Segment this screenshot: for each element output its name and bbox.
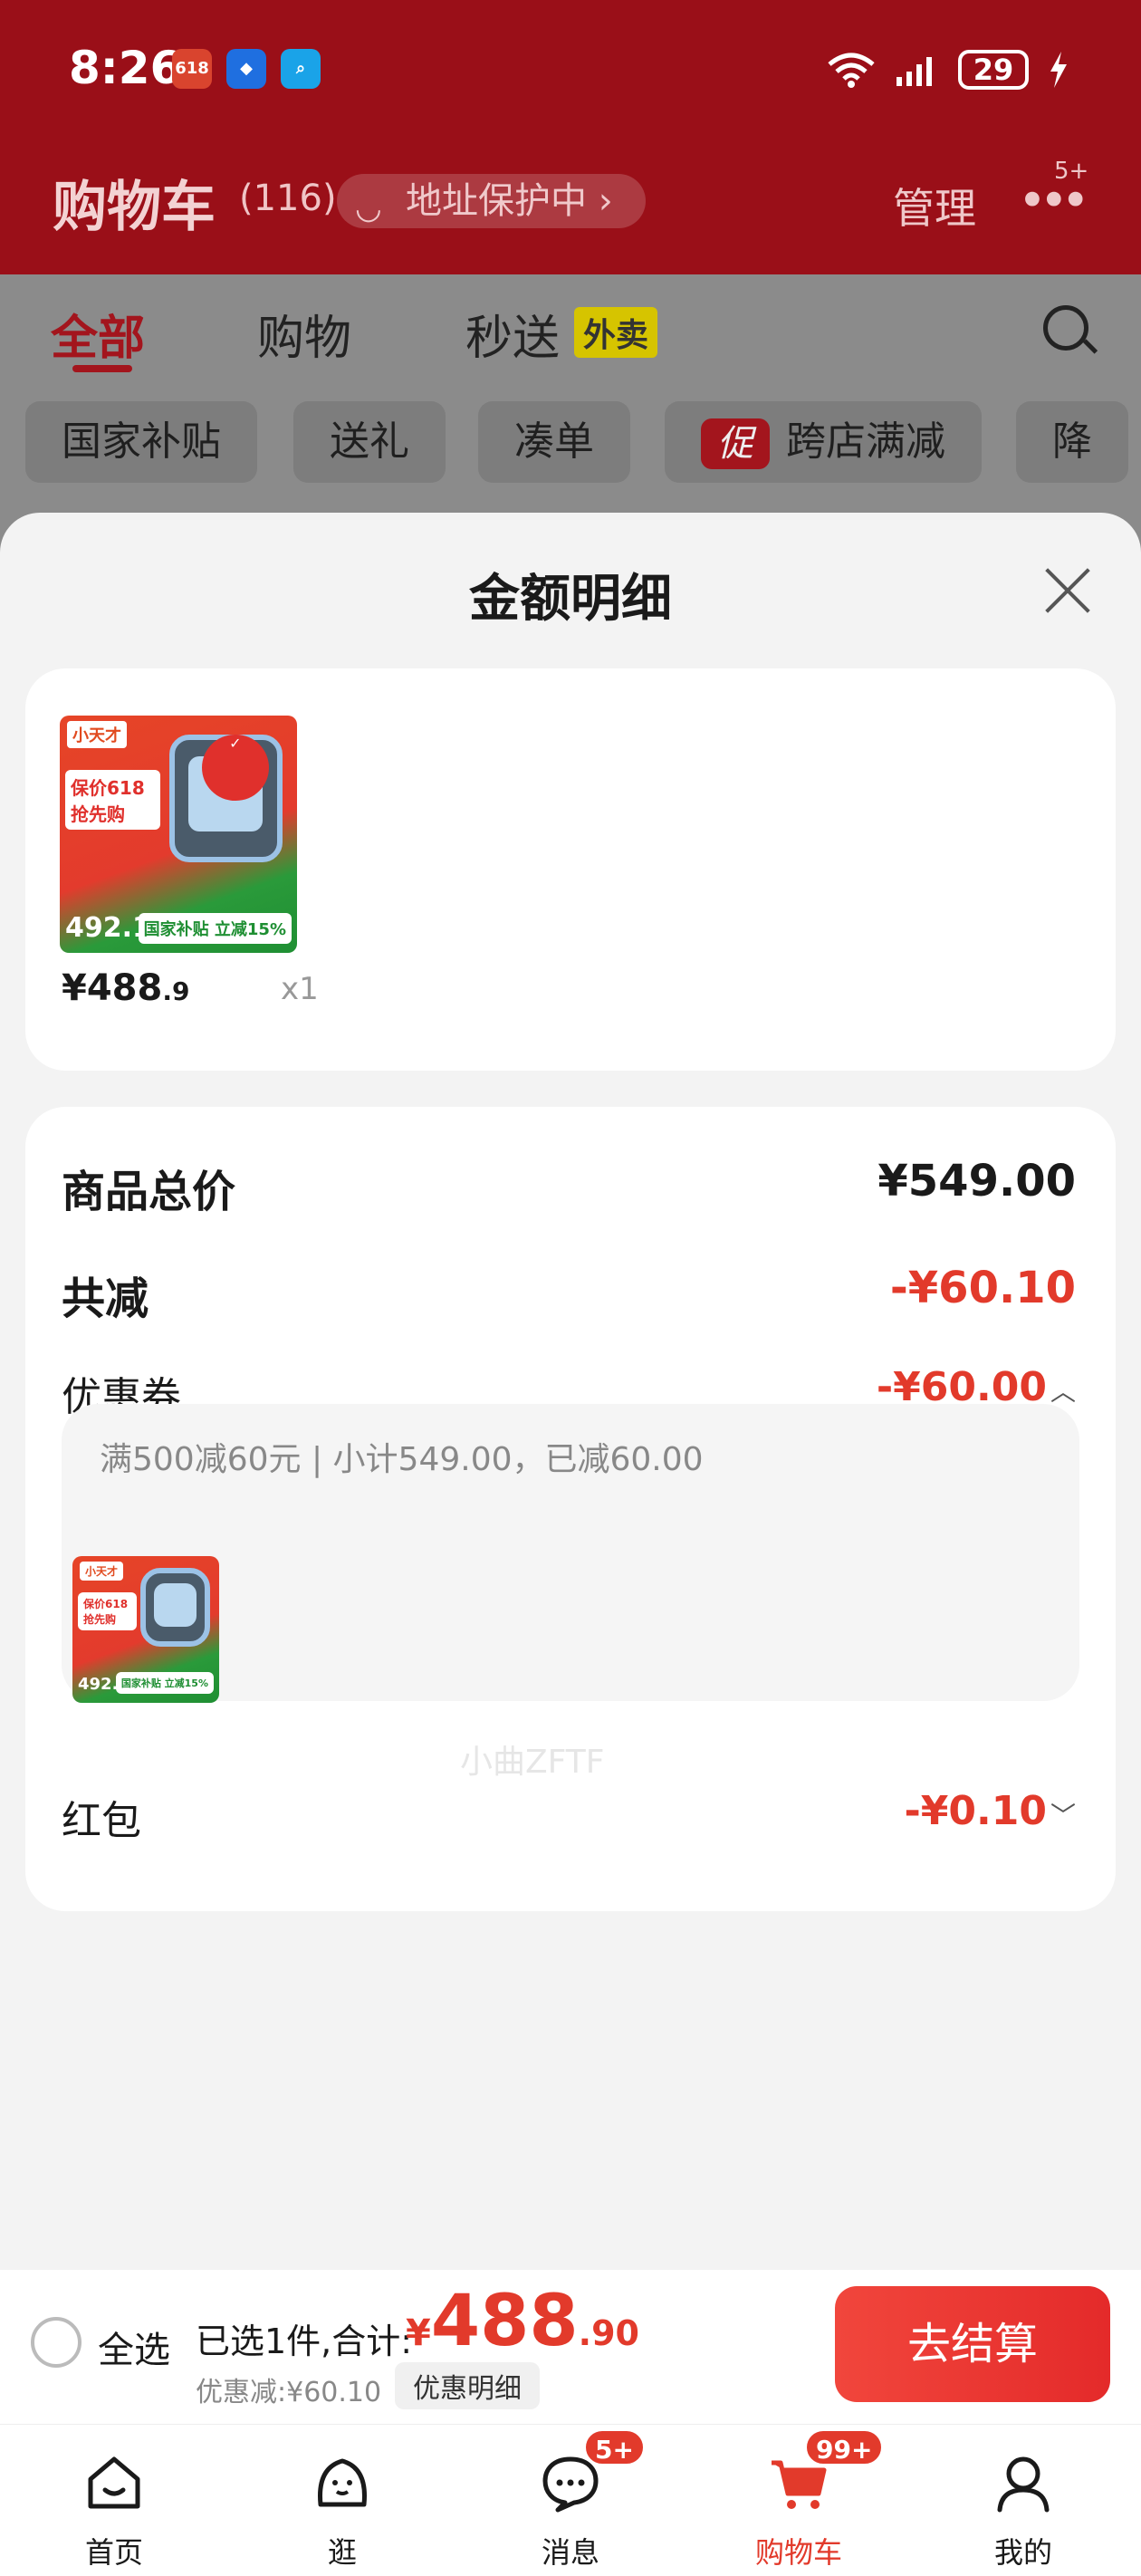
tab-label: 购物车 xyxy=(754,2535,842,2570)
product-card: 小天才 ✓ 保价618 抢先购 492.15 国家补贴 立减15% ¥488.9… xyxy=(25,668,1116,1071)
product-brand: 小天才 xyxy=(67,721,127,748)
cart-tabs: 全部 购物 秒送 外卖 xyxy=(0,274,1141,392)
tab-profile[interactable]: 我的 xyxy=(942,2425,1105,2576)
product-gov-tag: 国家补贴 立减15% xyxy=(138,913,292,944)
smile-icon: ◡ xyxy=(355,190,382,226)
sheet-title: 金额明细 xyxy=(469,570,672,629)
page-title: 购物车 xyxy=(53,176,216,239)
tab-cart[interactable]: 99+ 购物车 xyxy=(717,2425,885,2576)
coupon-detail-text: 满500减60元 | 小计549.00，已减60.00 xyxy=(100,1441,704,1478)
chevron-right-icon: › xyxy=(598,180,613,222)
red-packet-label: 红包 xyxy=(62,1798,141,1844)
amount-dec: .90 xyxy=(578,2313,639,2353)
total-reduce-value: -¥60.10 xyxy=(889,1263,1076,1313)
app-search-notification-icon: ⌕ xyxy=(281,49,321,89)
status-time: 8:26 xyxy=(69,42,182,94)
waimai-tag: 外卖 xyxy=(574,307,658,358)
chip-national-subsidy[interactable]: 国家补贴 xyxy=(25,401,257,483)
chevron-up-icon: ︿ xyxy=(1050,1377,1076,1407)
charging-icon xyxy=(1050,52,1067,88)
item-price-dec: .9 xyxy=(162,976,190,1006)
more-badge: 5+ xyxy=(1054,158,1089,185)
item-price: ¥488.9 xyxy=(62,967,189,1009)
chip-gift[interactable]: 送礼 xyxy=(293,401,446,483)
chip-price-drop[interactable]: 降 xyxy=(1016,401,1128,483)
price-breakdown-card: 商品总价 ¥549.00 共减 -¥60.10 优惠券 -¥60.00 ︿ 满50… xyxy=(25,1107,1116,1911)
checkout-button[interactable]: 去结算 xyxy=(835,2286,1110,2402)
tab-home[interactable]: 首页 xyxy=(33,2425,196,2576)
check-icon: ✓ xyxy=(202,734,269,802)
product-image[interactable]: 小天才 ✓ 保价618 抢先购 492.15 国家补贴 立减15% xyxy=(60,716,297,953)
amount-detail-sheet: 金额明细 小天才 ✓ 保价618 抢先购 492.15 国家补贴 立减15% ¥… xyxy=(0,513,1141,2270)
watch-image xyxy=(139,1567,211,1648)
item-price-int: ¥488 xyxy=(62,967,163,1009)
product-promo: 保价618 抢先购 xyxy=(78,1592,137,1630)
amount-int: 488 xyxy=(430,2281,579,2362)
promo-icon: 促 xyxy=(701,418,770,469)
tab-messages[interactable]: 5+ 消息 xyxy=(489,2425,652,2576)
home-icon xyxy=(88,2456,140,2509)
tab-label: 首页 xyxy=(84,2535,143,2570)
chip-bundle[interactable]: 凑单 xyxy=(478,401,630,483)
chevron-down-icon: ﹀ xyxy=(1050,1801,1076,1831)
wifi-icon xyxy=(828,53,875,88)
discount-detail-button[interactable]: 优惠明细 xyxy=(395,2362,540,2409)
address-protect-button[interactable]: ◡ 地址保护中 › xyxy=(337,174,646,228)
close-icon[interactable] xyxy=(1038,563,1092,618)
app-notification-icon: 618 xyxy=(172,49,212,89)
cart-count: (116) xyxy=(239,178,337,219)
tab-label: 我的 xyxy=(993,2535,1052,2570)
product-brand: 小天才 xyxy=(80,1562,124,1581)
status-bar: 8:26 618 ◆ ⌕ 29 xyxy=(0,36,1141,105)
selected-summary: 已选1件,合计: xyxy=(196,2321,413,2361)
select-all-label[interactable]: 全选 xyxy=(98,2321,170,2373)
profile-icon xyxy=(997,2456,1050,2513)
chip-cross-store-discount[interactable]: 促跨店满减 xyxy=(665,401,982,483)
red-packet-toggle[interactable]: -¥0.10 ﹀ xyxy=(905,1788,1076,1834)
product-promo: 保价618 抢先购 xyxy=(65,770,160,830)
tab-express[interactable]: 秒送 xyxy=(465,300,560,368)
tab-all[interactable]: 全部 xyxy=(51,300,145,368)
total-price-label: 商品总价 xyxy=(62,1167,236,1217)
manage-button[interactable]: 管理 xyxy=(893,176,976,235)
coupon-product-image[interactable]: 小天才 保价618 抢先购 492.15 国家补贴 立减15% xyxy=(72,1556,219,1703)
signal-icon xyxy=(896,57,932,86)
cart-badge: 99+ xyxy=(804,2428,885,2466)
message-badge: 5+ xyxy=(583,2428,646,2466)
product-gov-tag: 国家补贴 立减15% xyxy=(115,1672,214,1694)
tab-label: 消息 xyxy=(541,2535,599,2570)
item-quantity: x1 xyxy=(281,971,319,1007)
red-packet-value: -¥0.10 xyxy=(904,1788,1047,1834)
browse-icon xyxy=(318,2458,367,2507)
checkout-bar: 全选 已选1件,合计: ¥488.90 优惠减:¥60.10 优惠明细 去结算 xyxy=(0,2270,1141,2424)
tab-underline xyxy=(72,365,132,372)
address-protect-label: 地址保护中 xyxy=(406,180,587,222)
watermark: 小曲ZFTF xyxy=(460,1744,605,1781)
search-icon[interactable] xyxy=(1043,305,1088,351)
tab-label: 逛 xyxy=(327,2535,357,2570)
select-all-radio[interactable] xyxy=(31,2317,82,2368)
app-notification-icon: ◆ xyxy=(226,49,266,89)
total-price-value: ¥549.00 xyxy=(877,1156,1076,1206)
filter-chips: 国家补贴 送礼 凑单 促跨店满减 降 xyxy=(0,392,1141,501)
amount-currency: ¥ xyxy=(406,2312,431,2354)
cart-header: 购物车 (116) ◡ 地址保护中 › 管理 ••• 5+ xyxy=(0,154,1141,254)
discount-summary: 优惠减:¥60.10 xyxy=(196,2377,382,2408)
tab-shopping[interactable]: 购物 xyxy=(257,300,351,368)
battery-icon: 29 xyxy=(958,50,1029,90)
total-reduce-label: 共减 xyxy=(62,1274,149,1324)
chip-label: 跨店满减 xyxy=(786,418,945,465)
total-amount: ¥488.90 xyxy=(406,2281,639,2362)
bottom-tabbar: 首页 逛 5+ 消息 99+ 购物车 我的 xyxy=(0,2424,1141,2576)
tab-browse[interactable]: 逛 xyxy=(261,2425,424,2576)
